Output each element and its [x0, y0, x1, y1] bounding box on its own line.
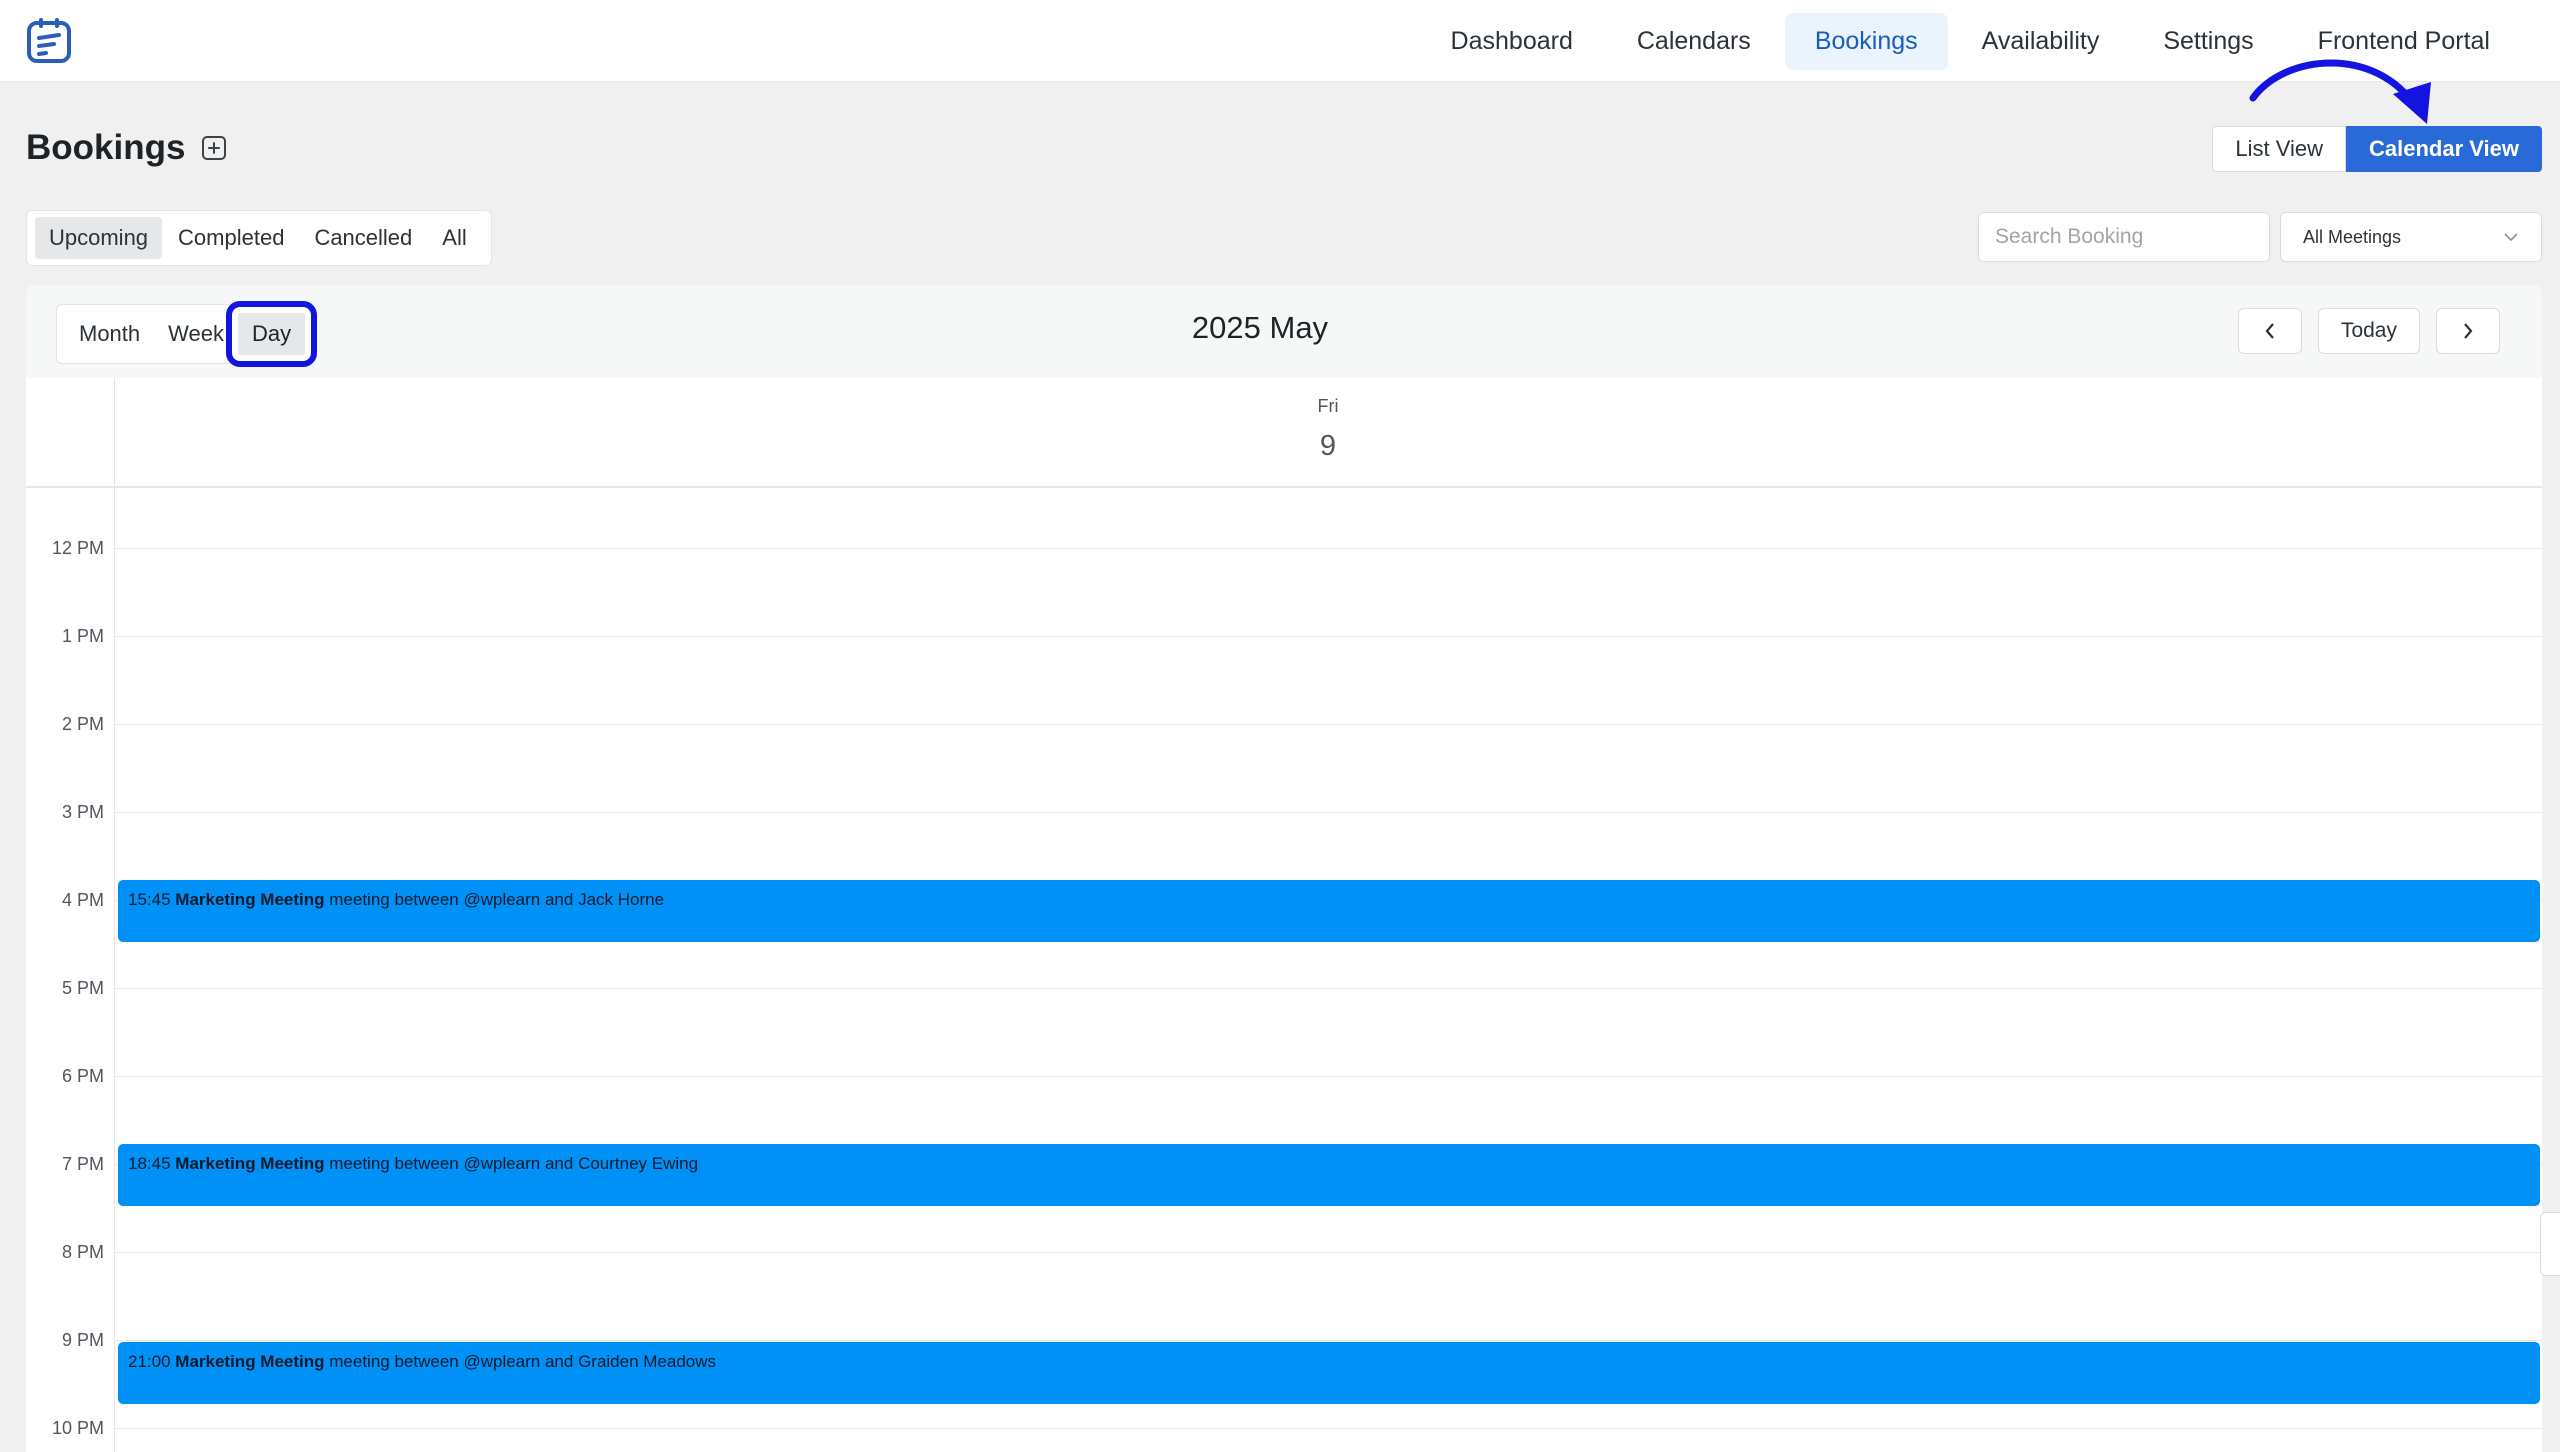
- hour-label: 2 PM: [61, 714, 104, 734]
- hour-line: [114, 812, 2542, 813]
- day-number-label: 9: [1319, 430, 1337, 462]
- chevron-down-icon: [2504, 233, 2518, 242]
- annotation-arrow-icon: [2249, 59, 2431, 124]
- booking-event[interactable]: 21:00 Marketing Meeting meeting between …: [118, 1342, 2540, 1404]
- meeting-filter-value: All Meetings: [2303, 226, 2402, 247]
- prev-button[interactable]: [2237, 308, 2302, 354]
- list-view-button[interactable]: List View: [2212, 126, 2346, 172]
- next-button[interactable]: [2436, 308, 2500, 354]
- hour-label: 12 PM: [51, 538, 104, 558]
- calendar-toolbar: Month Week Day 2025 May Today: [26, 286, 2542, 378]
- search-box: [1978, 212, 2270, 262]
- hour-label: 10 PM: [51, 1418, 104, 1438]
- plus-square-icon[interactable]: [201, 135, 227, 161]
- view-toggle: List View Calendar View: [2212, 126, 2542, 172]
- event-time: 15:45: [128, 890, 171, 909]
- event-title: Marketing Meeting: [175, 890, 325, 909]
- side-panel-handle[interactable]: [2540, 1212, 2560, 1276]
- hour-line: [114, 1340, 2542, 1341]
- day-column-header: Fri 9: [26, 378, 2542, 488]
- search-input[interactable]: [1979, 213, 2269, 261]
- hour-label: 8 PM: [61, 1242, 104, 1262]
- calendar-nav: Today: [2222, 308, 2500, 354]
- top-nav-bar: Dashboard Calendars Bookings Availabilit…: [0, 0, 2560, 82]
- hour-line: [114, 636, 2542, 637]
- hour-label: 3 PM: [61, 802, 104, 822]
- event-time: 21:00: [128, 1352, 171, 1371]
- hour-label: 5 PM: [61, 978, 104, 998]
- hour-label: 9 PM: [61, 1330, 104, 1350]
- app-logo-icon[interactable]: [26, 16, 72, 64]
- booking-event[interactable]: 18:45 Marketing Meeting meeting between …: [118, 1144, 2540, 1206]
- hour-line: [114, 988, 2542, 989]
- day-of-week-label: Fri: [1317, 396, 1339, 416]
- tab-upcoming[interactable]: Upcoming: [35, 217, 163, 259]
- hour-label: 1 PM: [61, 626, 104, 646]
- hour-label: 7 PM: [61, 1154, 104, 1174]
- today-button[interactable]: Today: [2317, 308, 2420, 354]
- nav-availability[interactable]: Availability: [1952, 13, 2130, 70]
- page-header: Bookings: [26, 128, 227, 168]
- hour-line: [114, 1428, 2542, 1429]
- hour-line: [114, 548, 2542, 549]
- hour-line: [114, 1252, 2542, 1253]
- hour-label: 4 PM: [61, 890, 104, 910]
- event-description: meeting between @wplearn and Courtney Ew…: [329, 1154, 699, 1173]
- tab-cancelled[interactable]: Cancelled: [300, 217, 426, 259]
- event-time: 18:45: [128, 1154, 171, 1173]
- tab-completed[interactable]: Completed: [164, 217, 298, 259]
- page-title: Bookings: [26, 128, 186, 167]
- calendar-title: 2025 May: [1191, 310, 1329, 345]
- chevron-left-icon: [2265, 323, 2274, 339]
- event-title: Marketing Meeting: [175, 1352, 325, 1371]
- calendar-panel: Month Week Day 2025 May Today Fri 9 12 P…: [26, 286, 2542, 1452]
- time-grid: 12 PM 1 PM 2 PM 3 PM 4 PM 5 PM 6 PM 7 PM…: [26, 488, 2542, 1452]
- hour-line: [114, 724, 2542, 725]
- booking-event[interactable]: 15:45 Marketing Meeting meeting between …: [118, 880, 2540, 942]
- status-filter-tabs: Upcoming Completed Cancelled All: [26, 210, 492, 266]
- tab-all[interactable]: All: [428, 217, 480, 259]
- event-description: meeting between @wplearn and Jack Horne: [329, 890, 665, 909]
- nav-bookings[interactable]: Bookings: [1784, 12, 1948, 70]
- calendar-view-button[interactable]: Calendar View: [2346, 126, 2542, 172]
- meeting-filter-select[interactable]: All Meetings: [2280, 212, 2542, 262]
- hour-label: 6 PM: [61, 1066, 104, 1086]
- chevron-right-icon: [2464, 323, 2473, 339]
- event-description: meeting between @wplearn and Graiden Mea…: [329, 1352, 717, 1371]
- nav-calendars[interactable]: Calendars: [1607, 13, 1781, 70]
- event-title: Marketing Meeting: [175, 1154, 325, 1173]
- hour-line: [114, 1076, 2542, 1077]
- nav-dashboard[interactable]: Dashboard: [1421, 13, 1603, 70]
